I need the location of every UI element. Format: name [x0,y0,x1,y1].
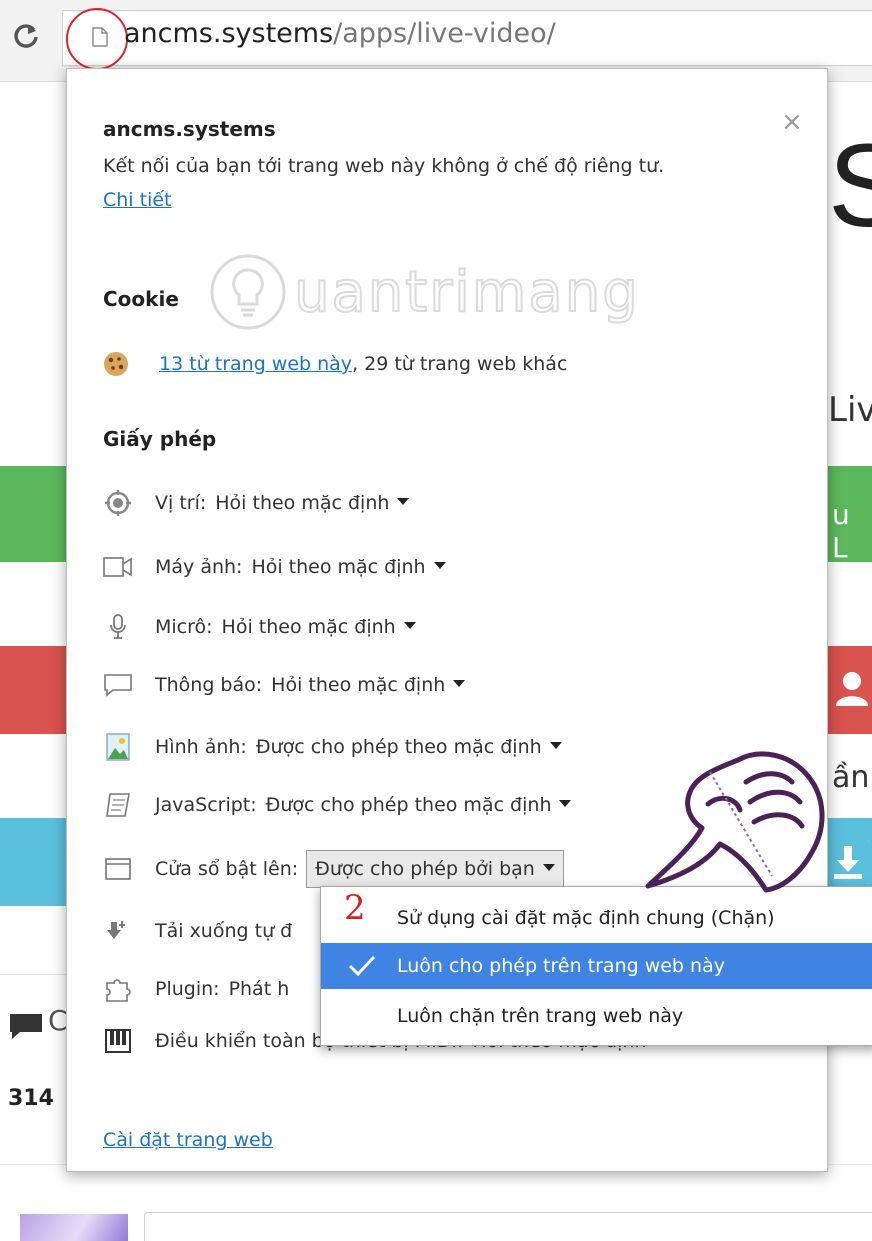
bg-comment-input[interactable] [144,1212,872,1241]
permission-plugins[interactable]: Plugin: Phát h [103,973,289,1005]
menu-option-label: Sử dụng cài đặt mặc định chung (Chặn) [397,907,775,929]
bg-big-letter: S [828,120,872,252]
download-icon [826,840,870,884]
permission-label: Plugin: [155,978,220,1000]
connection-status-text: Kết nối của bạn tới trang web này không … [103,155,665,177]
permission-label: Máy ảnh: [155,556,243,578]
permission-microphone[interactable]: Micrô: Hỏi theo mặc định [103,611,416,643]
bg-count-fragment: 314 [8,1086,54,1111]
permission-label: Vị trí: [155,492,207,514]
popup-domain: ancms.systems [103,117,276,141]
permission-label: JavaScript: [155,794,257,816]
chevron-down-icon[interactable] [559,799,572,807]
permission-value: Được cho phép bởi bạn [315,858,535,880]
midi-icon [103,1027,133,1055]
permission-location[interactable]: Vị trí: Hỏi theo mặc định [103,487,410,519]
cookie-heading: Cookie [103,287,179,311]
step-marker-2: 2 [344,888,366,928]
reload-icon[interactable] [8,18,44,54]
chevron-down-icon [542,863,555,871]
permission-notification[interactable]: Thông báo: Hỏi theo mặc định [103,669,466,701]
user-icon [836,672,868,706]
cookie-icon [104,352,128,376]
permission-popups[interactable]: Cửa sổ bật lên: Được cho phép bởi bạn [103,850,564,888]
permission-value[interactable]: Hỏi theo mặc định [251,556,425,578]
microphone-icon [103,613,133,641]
permission-value[interactable]: Được cho phép theo mặc định [266,794,552,816]
chevron-down-icon[interactable] [433,561,446,569]
url-text[interactable]: ancms.systems/apps/live-video/ [124,18,556,49]
javascript-icon [103,791,133,819]
plugin-icon [103,975,133,1003]
menu-option-always-block[interactable]: Luôn chặn trên trang web này [321,993,872,1039]
menu-option-label: Luôn chặn trên trang web này [397,1005,684,1027]
permission-javascript[interactable]: JavaScript: Được cho phép theo mặc định [103,789,572,821]
cookie-link[interactable]: 13 từ trang web này [159,353,352,375]
permission-value[interactable]: Phát h [229,978,290,1000]
details-link[interactable]: Chi tiết [103,189,172,211]
pointing-hand-icon [645,751,825,893]
chevron-down-icon[interactable] [397,497,410,505]
download-icon [103,917,133,945]
url-path: /apps/live-video/ [333,18,556,49]
site-settings-link[interactable]: Cài đặt trang web [103,1129,273,1151]
permissions-heading: Giấy phép [103,427,217,451]
url-host: ancms.systems [124,18,334,49]
permission-value[interactable]: Hỏi theo mặc định [271,674,445,696]
permission-downloads[interactable]: Tải xuống tự đ [103,915,292,947]
permission-value[interactable]: Hỏi theo mặc định [222,616,396,638]
bg-avatar [20,1214,128,1241]
location-icon [103,489,133,517]
menu-option-always-allow[interactable]: Luôn cho phép trên trang web này [321,943,872,989]
permission-value[interactable]: Được cho phép theo mặc định [256,736,542,758]
lightbulb-icon [210,254,286,330]
bg-heading-fragment: Liv [828,390,872,430]
notification-icon [103,671,133,699]
popup-permission-menu: Sử dụng cài đặt mặc định chung (Chặn) Lu… [320,886,872,1046]
bg-comment-fragment: C [48,1004,68,1037]
popup-permission-select[interactable]: Được cho phép bởi bạn [306,850,564,888]
bg-text-fragment: ần [832,760,870,795]
permission-label: Tải xuống tự đ [155,920,293,942]
permission-images[interactable]: Hình ảnh: Được cho phép theo mặc định [103,731,562,763]
cookie-other-text: , 29 từ trang web khác [352,353,568,375]
permission-label: Micrô: [155,616,213,638]
image-icon [103,733,133,761]
watermark-text: uantrimang [293,259,640,326]
highlight-circle [66,8,128,70]
chevron-down-icon[interactable] [549,741,562,749]
permission-label: Hình ảnh: [155,736,247,758]
cookie-row: 13 từ trang web này, 29 từ trang web khá… [103,351,567,377]
chevron-down-icon[interactable] [403,621,416,629]
permission-label: Cửa sổ bật lên: [155,858,299,880]
menu-option-default[interactable]: Sử dụng cài đặt mặc định chung (Chặn) [321,895,872,941]
chevron-down-icon[interactable] [453,679,466,687]
checkmark-icon [348,955,376,977]
popup-window-icon [103,855,133,883]
menu-option-label: Luôn cho phép trên trang web này [397,955,725,977]
permission-label: Thông báo: [155,674,263,696]
bg-green-button-label: u L [832,498,850,564]
permission-value[interactable]: Hỏi theo mặc định [215,492,389,514]
permission-camera[interactable]: Máy ảnh: Hỏi theo mặc định [103,551,446,583]
comment-icon [10,1014,42,1039]
close-icon[interactable]: × [781,107,803,137]
camera-icon [103,553,133,581]
watermark: uantrimang [208,252,640,332]
